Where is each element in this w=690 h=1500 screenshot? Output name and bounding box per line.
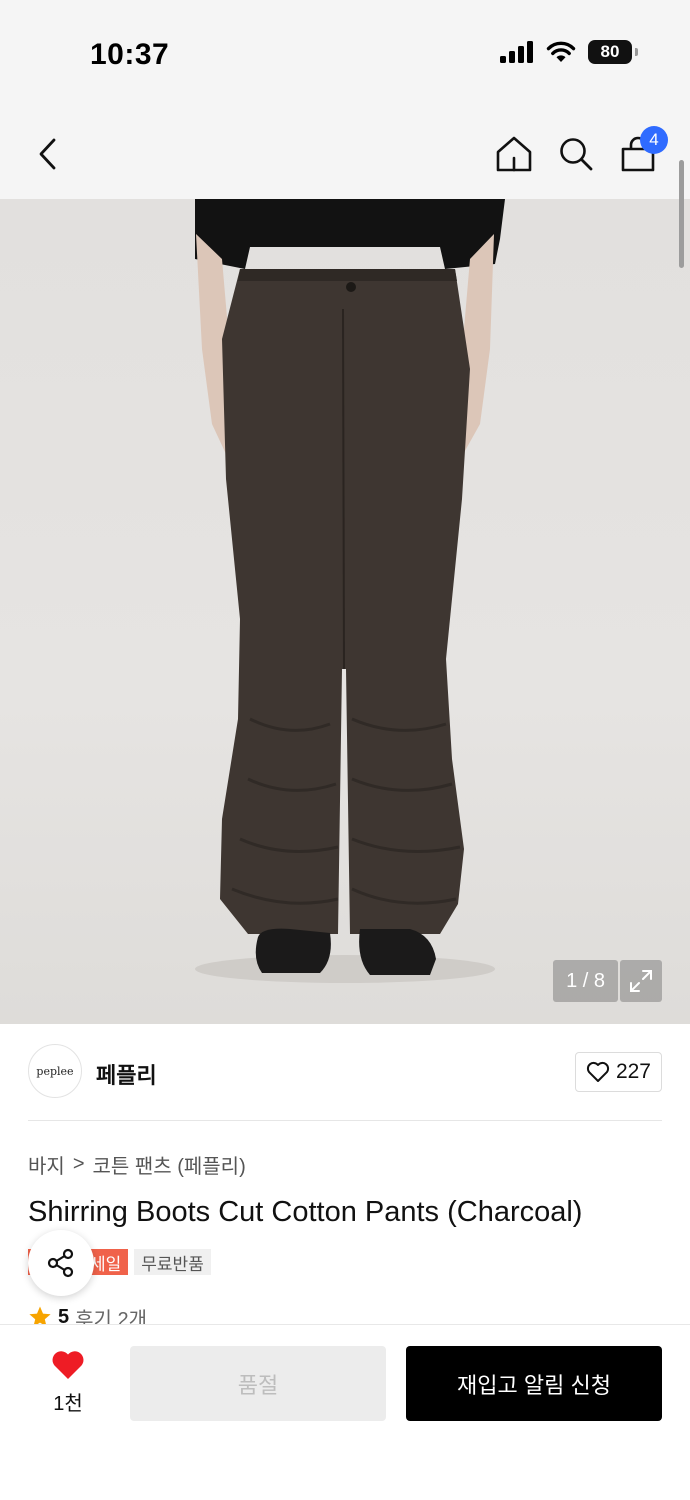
cart-button[interactable]: 4 (614, 126, 668, 178)
free-return-tag: 무료반품 (134, 1249, 211, 1275)
nav-bar: 4 (0, 108, 690, 200)
breadcrumb: 바지 > 코튼 팬츠 (페플리) (28, 1150, 246, 1179)
brand-like-count: 227 (615, 1060, 651, 1083)
product-photo-pants (195, 199, 505, 983)
chevron-left-icon (39, 138, 56, 170)
battery-level: 80 (600, 42, 620, 61)
share-button[interactable] (28, 1230, 94, 1296)
heart-outline-icon (586, 1061, 610, 1082)
restock-alert-button[interactable]: 재입고 알림 신청 (406, 1346, 662, 1421)
breadcrumb-separator: > (72, 1153, 85, 1175)
sold-out-button[interactable]: 품절 (130, 1346, 386, 1421)
breadcrumb-category[interactable]: 바지 (28, 1150, 65, 1179)
share-icon (47, 1248, 74, 1278)
cellular-signal-icon (500, 41, 533, 63)
scrollbar-thumb[interactable] (679, 160, 684, 268)
brand-logo[interactable]: peplee (28, 1044, 82, 1098)
cart-count-badge: 4 (640, 126, 668, 154)
wishlist-button[interactable]: 1천 (40, 1349, 96, 1416)
status-bar: 10:37 80 (0, 0, 690, 108)
heart-filled-icon (52, 1351, 84, 1379)
status-icons: 80 (500, 40, 638, 64)
product-title: Shirring Boots Cut Cotton Pants (Charcoa… (28, 1196, 583, 1228)
bottom-action-bar: 1천 품절 재입고 알림 신청 (0, 1324, 690, 1500)
battery-indicator: 80 (588, 40, 638, 64)
divider (28, 1120, 662, 1121)
fullscreen-button[interactable] (620, 960, 662, 1002)
status-time: 10:37 (90, 38, 170, 71)
brand-row[interactable]: peplee 페플리 227 (28, 1044, 662, 1100)
breadcrumb-subcategory[interactable]: 코튼 팬츠 (페플리) (93, 1150, 246, 1179)
back-button[interactable] (24, 130, 72, 178)
home-button[interactable] (490, 130, 538, 178)
brand-name[interactable]: 페플리 (96, 1058, 157, 1090)
product-image-gallery[interactable]: 1 / 8 (0, 199, 690, 1024)
expand-icon (630, 970, 652, 992)
wishlist-count: 1천 (53, 1393, 83, 1415)
brand-like-button[interactable]: 227 (574, 1052, 662, 1092)
search-icon (560, 138, 593, 171)
wifi-icon (546, 41, 576, 62)
image-counter: 1 / 8 (553, 960, 618, 1002)
home-icon (496, 136, 532, 172)
search-button[interactable] (552, 130, 600, 178)
